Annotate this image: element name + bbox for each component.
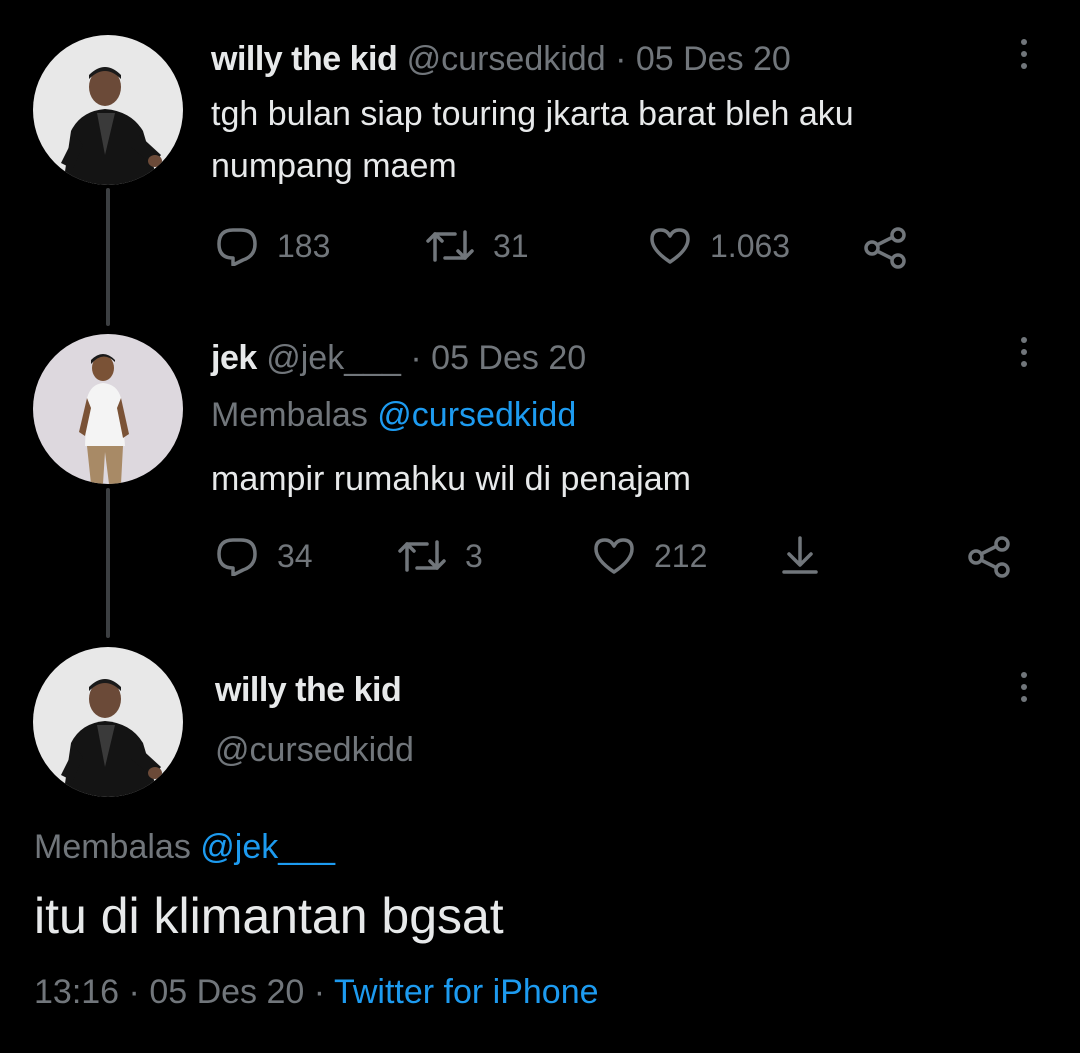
dot-separator: · [313, 973, 326, 1011]
dot-separator: · [128, 973, 140, 1011]
thread-line-2 [106, 488, 110, 638]
tweet-meta: 13:16 · 05 Des 20 · Twitter for iPhone [34, 970, 599, 1014]
reply-count: 34 [277, 538, 313, 574]
reply-icon [217, 228, 257, 266]
retweet-count: 3 [465, 538, 483, 574]
avatar-jek[interactable] [33, 334, 183, 484]
tweet-time[interactable]: 13:16 [34, 973, 119, 1011]
more-icon[interactable] [1009, 667, 1039, 707]
retweet-button[interactable]: 31 [425, 226, 529, 266]
retweet-icon [398, 540, 446, 572]
main-author-handle[interactable]: @cursedkidd [215, 730, 414, 770]
more-icon[interactable] [1009, 332, 1039, 372]
replying-label: Membalas [211, 396, 368, 434]
tweet-2-text: mampir rumahku wil di penajam [211, 460, 691, 498]
dot-separator: · [615, 40, 627, 78]
replying-to-line: Membalas @jek___ [34, 827, 335, 867]
share-icon [864, 227, 906, 269]
reply-button[interactable]: 183 [215, 226, 330, 266]
retweet-button[interactable]: 3 [397, 536, 483, 576]
download-icon [782, 536, 818, 574]
like-icon [594, 538, 634, 574]
thread-line-1 [106, 188, 110, 326]
like-button[interactable]: 212 [592, 536, 707, 576]
like-count: 212 [654, 538, 708, 574]
replying-to-link[interactable]: @cursedkidd [377, 396, 576, 434]
tweet-date[interactable]: 05 Des 20 [431, 339, 586, 377]
share-icon [968, 536, 1010, 578]
main-author-name[interactable]: willy the kid [215, 670, 402, 710]
author-name[interactable]: jek [211, 339, 257, 377]
download-button[interactable] [778, 534, 822, 583]
author-handle[interactable]: @cursedkidd [407, 40, 606, 78]
main-tweet-text: itu di klimantan bgsat [34, 888, 504, 944]
share-button[interactable] [966, 535, 1014, 584]
dot-separator: · [410, 339, 422, 377]
reply-count: 183 [277, 228, 331, 264]
replying-label: Membalas [34, 828, 191, 866]
tweet-1-text-line-2: numpang maem [211, 147, 457, 185]
author-name[interactable]: willy the kid [211, 40, 398, 78]
reply-button[interactable]: 34 [215, 536, 313, 576]
tweet-1-text: tgh bulan siap touring jkarta barat bleh… [211, 88, 854, 192]
retweet-icon [426, 230, 474, 262]
tweet-2-header: jek @jek___ · 05 Des 20 [211, 338, 586, 378]
tweet-1-header: willy the kid @cursedkidd · 05 Des 20 [211, 39, 791, 79]
tweet-date[interactable]: 05 Des 20 [149, 973, 304, 1011]
avatar-willy-2[interactable] [33, 647, 183, 797]
more-icon[interactable] [1009, 34, 1039, 74]
like-button[interactable]: 1.063 [648, 226, 790, 266]
tweet-1-text-line-1: tgh bulan siap touring jkarta barat bleh… [211, 95, 854, 133]
share-button[interactable] [862, 226, 910, 275]
retweet-count: 31 [493, 228, 529, 264]
like-icon [650, 228, 690, 264]
tweet-date[interactable]: 05 Des 20 [636, 40, 791, 78]
replying-to-line: Membalas @cursedkidd [211, 395, 576, 435]
like-count: 1.063 [710, 228, 791, 264]
avatar-willy-1[interactable] [33, 35, 183, 185]
author-handle[interactable]: @jek___ [266, 339, 401, 377]
reply-icon [217, 538, 257, 576]
replying-to-link[interactable]: @jek___ [200, 828, 335, 866]
tweet-source[interactable]: Twitter for iPhone [334, 973, 599, 1011]
